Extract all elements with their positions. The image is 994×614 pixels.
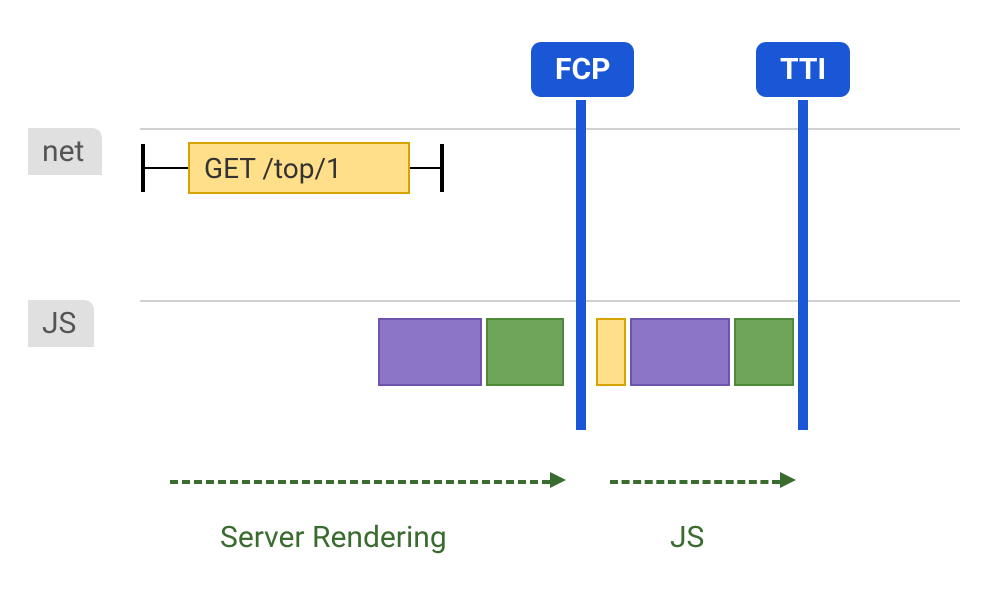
server-rendering-arrow-head bbox=[550, 472, 566, 488]
server-rendering-arrow bbox=[170, 480, 550, 484]
js-block-yellow bbox=[596, 318, 626, 386]
tti-line bbox=[798, 100, 808, 430]
js-phase-arrow bbox=[610, 480, 780, 484]
net-whisker-end-cap bbox=[440, 144, 444, 192]
js-row-label: JS bbox=[28, 300, 94, 347]
net-row-label: net bbox=[28, 128, 102, 175]
fcp-text: FCP bbox=[555, 52, 610, 87]
js-block-purple-2 bbox=[630, 318, 730, 386]
js-block-purple-1 bbox=[378, 318, 482, 386]
js-phase-arrow-head bbox=[780, 472, 796, 488]
js-phase-label: JS bbox=[670, 520, 704, 555]
fcp-badge: FCP bbox=[531, 42, 634, 97]
tti-text: TTI bbox=[780, 52, 826, 87]
net-request-box: GET /top/1 bbox=[188, 142, 410, 194]
net-track-line bbox=[140, 128, 960, 130]
net-request-text: GET /top/1 bbox=[204, 152, 342, 185]
js-track-line bbox=[140, 300, 960, 302]
diagram-stage: net GET /top/1 JS FCP TTI Server Renderi… bbox=[0, 0, 994, 614]
js-block-green-1 bbox=[486, 318, 564, 386]
js-row-text: JS bbox=[42, 306, 76, 341]
js-block-green-2 bbox=[734, 318, 794, 386]
fcp-line bbox=[576, 100, 586, 430]
net-row-text: net bbox=[42, 134, 84, 169]
tti-badge: TTI bbox=[756, 42, 850, 97]
server-rendering-label: Server Rendering bbox=[220, 520, 447, 555]
